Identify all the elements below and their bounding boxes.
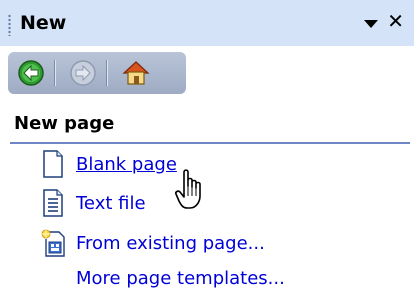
toolbar-separator	[54, 60, 56, 86]
text-file-label: Text file	[76, 192, 146, 214]
section-divider	[10, 142, 410, 144]
navigation-toolbar	[8, 52, 186, 94]
more-page-templates-label: More page templates...	[76, 268, 285, 289]
grip-handle[interactable]	[8, 14, 11, 36]
pane-title: New	[20, 12, 67, 34]
task-pane-header: New ✕	[0, 0, 414, 46]
back-arrow-icon	[18, 60, 44, 86]
text-file-link[interactable]: Text file	[40, 188, 146, 218]
home-icon	[122, 61, 150, 85]
existing-page-icon	[41, 229, 65, 257]
pane-menu-dropdown-icon[interactable]	[364, 20, 378, 28]
home-button[interactable]	[121, 58, 151, 88]
blank-page-label: Blank page	[76, 153, 177, 175]
blank-page-link[interactable]: Blank page	[40, 149, 177, 179]
more-page-templates-link[interactable]: More page templates...	[76, 268, 285, 289]
forward-arrow-icon	[70, 60, 96, 86]
close-icon[interactable]: ✕	[387, 11, 404, 31]
blank-page-icon	[43, 150, 63, 178]
section-title: New page	[14, 113, 115, 134]
task-pane: New ✕ New page Blank page Text file From…	[0, 0, 414, 301]
from-existing-page-link[interactable]: From existing page...	[40, 228, 265, 258]
hand-cursor-icon	[175, 169, 201, 209]
back-button[interactable]	[16, 58, 46, 88]
forward-button[interactable]	[68, 58, 98, 88]
from-existing-page-label: From existing page...	[76, 232, 265, 254]
toolbar-separator	[106, 60, 108, 86]
text-file-icon	[43, 189, 63, 217]
